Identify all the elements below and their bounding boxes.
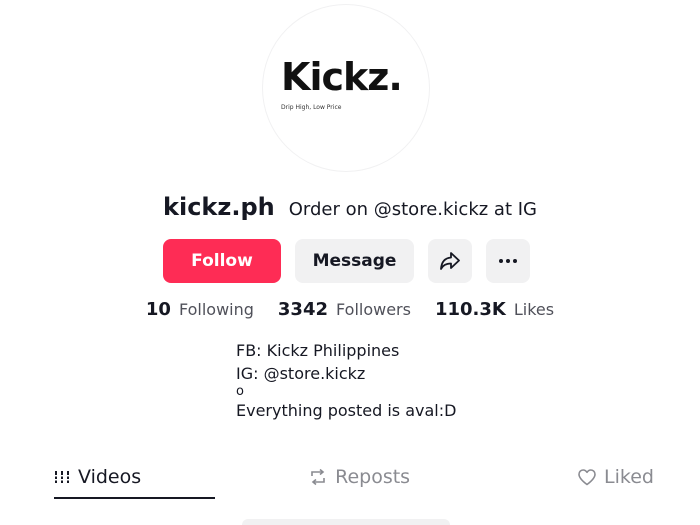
avatar[interactable]: Kickz. Drip High, Low Price: [262, 4, 430, 172]
content-placeholder: [242, 519, 450, 525]
tab-label: Videos: [78, 466, 142, 488]
profile-tabs: Videos Reposts Liked: [54, 460, 654, 500]
followers-label: Followers: [336, 300, 411, 319]
profile-title-row: kickz.ph Order on @store.kickz at IG: [0, 193, 700, 221]
follow-button[interactable]: Follow: [163, 239, 281, 283]
more-button[interactable]: [486, 239, 530, 283]
grid-icon: [54, 469, 70, 485]
following-count: 10: [145, 299, 171, 320]
more-icon: [498, 258, 518, 264]
active-tab-indicator: [54, 497, 215, 499]
avatar-tagline: Drip High, Low Price: [281, 104, 342, 111]
message-button[interactable]: Message: [295, 239, 414, 283]
profile-page: Kickz. Drip High, Low Price kickz.ph Ord…: [0, 0, 700, 525]
likes-count: 110.3K: [434, 299, 506, 320]
following-label: Following: [178, 300, 254, 319]
tab-label: Reposts: [335, 466, 411, 488]
bio-line: FB: Kickz Philippines: [236, 341, 400, 360]
profile-actions: Follow Message: [163, 239, 530, 283]
bio-line: IG: @store.kickz: [236, 364, 366, 383]
share-icon: [439, 251, 461, 271]
bio-line: Everything posted is aval:D: [236, 401, 457, 420]
nickname: Order on @store.kickz at IG: [288, 199, 537, 220]
likes-label: Likes: [513, 300, 555, 319]
tab-liked[interactable]: Liked: [578, 460, 654, 494]
heart-icon: [578, 468, 596, 486]
bio: FB: Kickz Philippines IG: @store.kickz o…: [236, 339, 456, 422]
tab-videos[interactable]: Videos: [54, 460, 141, 494]
profile-stats: 10 Following 3342 Followers 110.3K Likes: [0, 299, 700, 320]
share-button[interactable]: [428, 239, 472, 283]
followers-count: 3342: [277, 299, 329, 320]
repost-icon: [309, 468, 327, 486]
stat-likes: 110.3K Likes: [435, 299, 554, 320]
tab-reposts[interactable]: Reposts: [309, 460, 410, 494]
avatar-brand-text: Kickz.: [281, 55, 403, 99]
bio-line: o: [236, 384, 244, 399]
username: kickz.ph: [163, 193, 275, 221]
tab-label: Liked: [604, 466, 654, 488]
stat-followers[interactable]: 3342 Followers: [278, 299, 411, 320]
stat-following[interactable]: 10 Following: [146, 299, 254, 320]
